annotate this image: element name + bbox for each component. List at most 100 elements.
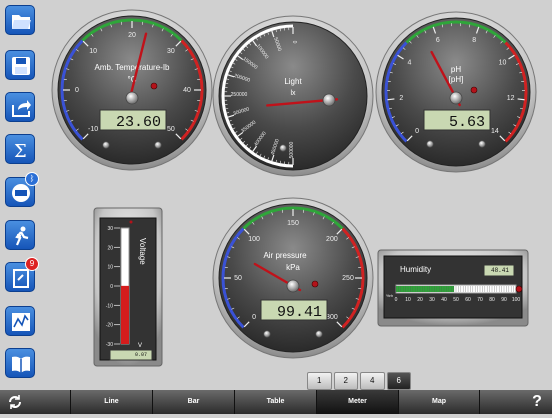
scale-label: 12 xyxy=(507,95,515,102)
scale-label: 20 xyxy=(417,297,423,303)
scale-label: 70 xyxy=(477,297,483,303)
voltage-gauge: 30 20 10 0 -10 -20 -30 Voltage V 0.07 xyxy=(94,208,162,366)
scale-label: 0 xyxy=(415,128,419,135)
tab-map[interactable]: Map xyxy=(398,390,480,414)
help-button[interactable]: ? xyxy=(522,390,552,414)
scale-label: 40 xyxy=(183,87,191,94)
scale-label: 14 xyxy=(491,128,499,135)
gauge-unit: [pH] xyxy=(449,75,464,84)
screw xyxy=(479,141,485,147)
tab-table[interactable]: Table xyxy=(234,390,316,414)
page-2-button[interactable]: 2 xyxy=(334,372,359,390)
light-gauge: 5000004500004000003500003000002500002000… xyxy=(213,16,373,176)
gauge-unit: lx xyxy=(290,90,296,97)
scale-label: 30 xyxy=(167,48,175,55)
scale-label: 0 xyxy=(75,87,79,94)
scale-label: 6 xyxy=(436,37,440,44)
tab-bar[interactable]: Bar xyxy=(152,390,234,414)
meter-panel: -1001020304050Amb. Temperature-Ib°C23.60… xyxy=(0,0,552,388)
scale-label: 20 xyxy=(128,32,136,39)
ph-value: 5.63 xyxy=(449,114,485,131)
scale-label: 30 xyxy=(429,297,435,303)
temperature-value: 23.60 xyxy=(116,114,161,131)
scale-label: -20 xyxy=(106,323,113,329)
scale-label: 10 xyxy=(107,265,113,271)
ph-gauge: 0 2 4 6 8 10 12 14 pH[pH] 5.63 xyxy=(376,12,536,172)
screw xyxy=(316,331,322,337)
page-6-button[interactable]: 6 xyxy=(387,372,412,390)
scale-label: 0 xyxy=(291,41,297,44)
bottom-tab-bar: Line Bar Table Meter Map ? xyxy=(0,390,552,414)
gauge-unit: kPa xyxy=(286,263,300,272)
gauge-title: Amb. Temperature-Ib xyxy=(95,63,171,72)
refresh-button[interactable] xyxy=(0,390,30,414)
scale-label: 50 xyxy=(234,275,242,282)
scale-label: 250 xyxy=(342,275,354,282)
air-pressure-gauge: 0 50 100 150 200 250 300 Air pressure kPa 99.41 xyxy=(213,198,373,358)
gauge-title: Humidity xyxy=(400,265,431,274)
gauge-title: Air pressure xyxy=(263,251,307,260)
needle-hub xyxy=(126,92,138,104)
gauge-title: Voltage xyxy=(138,238,147,265)
scale-label: -10 xyxy=(106,303,113,309)
scale-label: 300 xyxy=(326,314,338,321)
screw xyxy=(103,142,109,148)
scale-label: 10 xyxy=(89,48,97,55)
humidity-fill xyxy=(396,286,454,292)
scale-label: -30 xyxy=(106,342,113,348)
scale-label: 500000 xyxy=(289,141,295,158)
scale-label: 8 xyxy=(472,37,476,44)
temperature-gauge: -1001020304050Amb. Temperature-Ib°C23.60 xyxy=(52,10,212,170)
voltage-value: 0.07 xyxy=(135,352,147,358)
gauge-unit: V xyxy=(138,343,142,349)
scale-label: 0 xyxy=(110,284,113,290)
screw xyxy=(280,145,286,151)
needle-hub xyxy=(287,280,299,292)
scale-label: 50 xyxy=(167,126,175,133)
scale-label: 100 xyxy=(248,236,260,243)
scale-label: 0 xyxy=(252,314,256,321)
scale-label: 0 xyxy=(395,297,398,303)
scale-label: 10 xyxy=(499,60,507,67)
humidity-value: 48.41 xyxy=(491,267,509,274)
gauge-title: pH xyxy=(451,65,461,74)
page-1-button[interactable]: 1 xyxy=(307,372,332,390)
scale-label: 10 xyxy=(405,297,411,303)
screw xyxy=(155,142,161,148)
led-indicator xyxy=(151,83,157,89)
needle-hub xyxy=(323,94,335,106)
scale-label: 40 xyxy=(441,297,447,303)
page-selector: 1 2 4 6 xyxy=(307,372,411,390)
led-indicator xyxy=(516,286,522,292)
refresh-icon xyxy=(7,394,23,410)
screw xyxy=(264,331,270,337)
pressure-value: 99.41 xyxy=(277,304,322,321)
scale-label: 200 xyxy=(326,236,338,243)
scale-tick xyxy=(518,99,525,100)
scale-label: 150 xyxy=(287,220,299,227)
scale-label: 30 xyxy=(107,226,113,232)
led-indicator xyxy=(312,281,318,287)
tab-line[interactable]: Line xyxy=(70,390,152,414)
needle-hub xyxy=(450,92,462,104)
tab-meter[interactable]: Meter xyxy=(316,390,398,414)
page-4-button[interactable]: 4 xyxy=(360,372,385,390)
scale-label: 250000 xyxy=(231,92,248,98)
scale-label: 50 xyxy=(453,297,459,303)
humidity-gauge: Humidity 48.41 0 10 20 30 40 50 60 70 80 90 100 %rh xyxy=(378,250,528,326)
scale-label: 4 xyxy=(407,60,411,67)
scale-label: -10 xyxy=(88,126,98,133)
scale-label: 20 xyxy=(107,245,113,251)
scale-label: 60 xyxy=(465,297,471,303)
gauge-unit: %rh xyxy=(386,293,393,298)
led-indicator xyxy=(471,87,477,93)
scale-label: 80 xyxy=(489,297,495,303)
scale-label: 2 xyxy=(399,95,403,102)
scale-label: 100 xyxy=(512,297,521,303)
voltage-fill xyxy=(121,286,129,344)
scale-label: 90 xyxy=(501,297,507,303)
voltage-led xyxy=(130,221,133,224)
screw xyxy=(427,141,433,147)
scale-tick xyxy=(387,99,394,100)
gauge-title: Light xyxy=(284,77,302,86)
